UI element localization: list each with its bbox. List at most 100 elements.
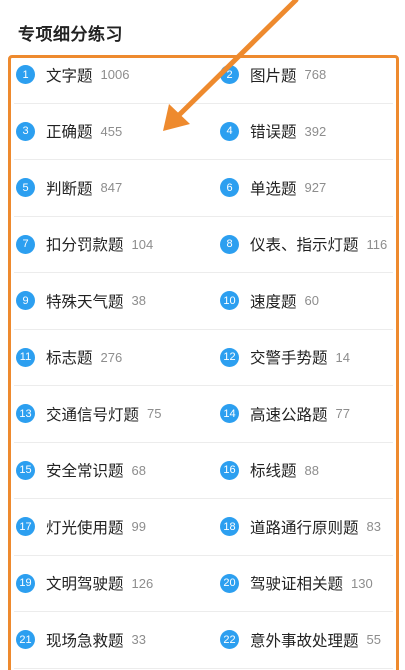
number-badge: 18 [220,517,239,537]
number-badge: 10 [220,291,239,311]
question-count: 60 [304,293,319,309]
category-name: 仪表、指示灯题 [250,236,359,255]
category-row: 11 标志题 276 12 交警手势题 14 [14,330,393,386]
number-badge: 15 [16,460,35,480]
category-item-9[interactable]: 9 特殊天气题 38 [16,273,146,329]
category-item-10[interactable]: 10 速度题 60 [220,273,319,329]
category-name: 安全常识题 [46,462,124,481]
category-item-4[interactable]: 4 错误题 392 [220,104,326,160]
question-count: 116 [366,236,388,252]
category-row: 1 文字题 1006 2 图片题 768 [14,47,393,104]
question-count: 33 [131,632,146,648]
category-item-17[interactable]: 17 灯光使用题 99 [16,499,146,555]
category-item-12[interactable]: 12 交警手势题 14 [220,330,350,386]
category-item-3[interactable]: 3 正确题 455 [16,104,122,160]
number-badge: 8 [220,234,239,254]
category-name: 现场急救题 [46,631,124,650]
category-name: 图片题 [250,66,297,85]
number-badge: 22 [220,630,239,650]
category-row: 19 文明驾驶题 126 20 驾驶证相关题 130 [14,556,393,612]
number-badge: 6 [220,178,239,198]
number-badge: 7 [16,234,35,254]
number-badge: 5 [16,178,35,198]
category-item-18[interactable]: 18 道路通行原则题 83 [220,499,381,555]
question-count: 75 [147,406,162,422]
number-badge: 14 [220,404,239,424]
number-badge: 1 [16,65,35,85]
category-name: 道路通行原则题 [250,518,359,537]
category-name: 交警手势题 [250,349,328,368]
number-badge: 3 [16,121,35,141]
question-count: 83 [366,519,381,535]
question-count: 38 [131,293,146,309]
number-badge: 21 [16,630,35,650]
number-badge: 20 [220,573,239,593]
category-name: 单选题 [250,179,297,198]
question-count: 55 [366,632,381,648]
category-name: 文明驾驶题 [46,575,124,594]
page: 专项细分练习 1 文字题 1006 2 图片题 768 3 正确题 455 4 [0,0,405,670]
category-row: 13 交通信号灯题 75 14 高速公路题 77 [14,386,393,443]
category-row: 9 特殊天气题 38 10 速度题 60 [14,273,393,330]
number-badge: 4 [220,121,239,141]
number-badge: 12 [220,347,239,367]
question-count: 1006 [100,67,130,83]
number-badge: 13 [16,404,35,424]
question-count: 68 [131,462,146,478]
question-count: 88 [304,462,319,478]
category-item-6[interactable]: 6 单选题 927 [220,160,326,216]
category-row: 17 灯光使用题 99 18 道路通行原则题 83 [14,499,393,556]
question-count: 104 [131,236,154,252]
question-count: 455 [100,123,123,139]
category-name: 扣分罚款题 [46,236,124,255]
category-item-22[interactable]: 22 意外事故处理题 55 [220,612,381,668]
category-name: 速度题 [250,292,297,311]
section-title: 专项细分练习 [18,25,123,45]
category-item-7[interactable]: 7 扣分罚款题 104 [16,217,153,273]
category-row: 21 现场急救题 33 22 意外事故处理题 55 [14,612,393,669]
category-item-14[interactable]: 14 高速公路题 77 [220,386,350,442]
category-name: 标线题 [250,462,297,481]
question-count: 768 [304,67,327,83]
category-item-19[interactable]: 19 文明驾驶题 126 [16,556,153,612]
category-name: 文字题 [46,66,93,85]
number-badge: 11 [16,347,35,367]
category-name: 交通信号灯题 [46,405,140,424]
category-grid: 1 文字题 1006 2 图片题 768 3 正确题 455 4 错误题 392 [0,47,405,669]
question-count: 14 [335,349,350,365]
number-badge: 9 [16,291,35,311]
category-row: 3 正确题 455 4 错误题 392 [14,104,393,160]
category-item-13[interactable]: 13 交通信号灯题 75 [16,386,161,442]
number-badge: 2 [220,65,239,85]
category-name: 错误题 [250,123,297,142]
category-name: 高速公路题 [250,405,328,424]
number-badge: 16 [220,460,239,480]
category-name: 特殊天气题 [46,292,124,311]
category-item-1[interactable]: 1 文字题 1006 [16,47,129,103]
category-name: 意外事故处理题 [250,631,359,650]
category-item-16[interactable]: 16 标线题 88 [220,443,319,499]
category-item-8[interactable]: 8 仪表、指示灯题 116 [220,217,387,273]
category-item-15[interactable]: 15 安全常识题 68 [16,443,146,499]
question-count: 126 [131,575,154,591]
question-count: 130 [351,575,373,591]
category-name: 标志题 [46,349,93,368]
category-row: 15 安全常识题 68 16 标线题 88 [14,443,393,499]
question-count: 77 [335,406,350,422]
category-item-2[interactable]: 2 图片题 768 [220,47,326,103]
category-item-20[interactable]: 20 驾驶证相关题 130 [220,556,373,612]
category-name: 判断题 [46,179,93,198]
category-row: 7 扣分罚款题 104 8 仪表、指示灯题 116 [14,217,393,273]
category-name: 驾驶证相关题 [250,575,344,594]
category-name: 正确题 [46,123,93,142]
category-name: 灯光使用题 [46,518,124,537]
category-item-21[interactable]: 21 现场急救题 33 [16,612,146,668]
question-count: 99 [131,519,146,535]
number-badge: 17 [16,517,35,537]
category-item-5[interactable]: 5 判断题 847 [16,160,122,216]
question-count: 927 [304,180,327,196]
question-count: 276 [100,349,123,365]
number-badge: 19 [16,573,35,593]
category-row: 5 判断题 847 6 单选题 927 [14,160,393,217]
category-item-11[interactable]: 11 标志题 276 [16,330,122,386]
